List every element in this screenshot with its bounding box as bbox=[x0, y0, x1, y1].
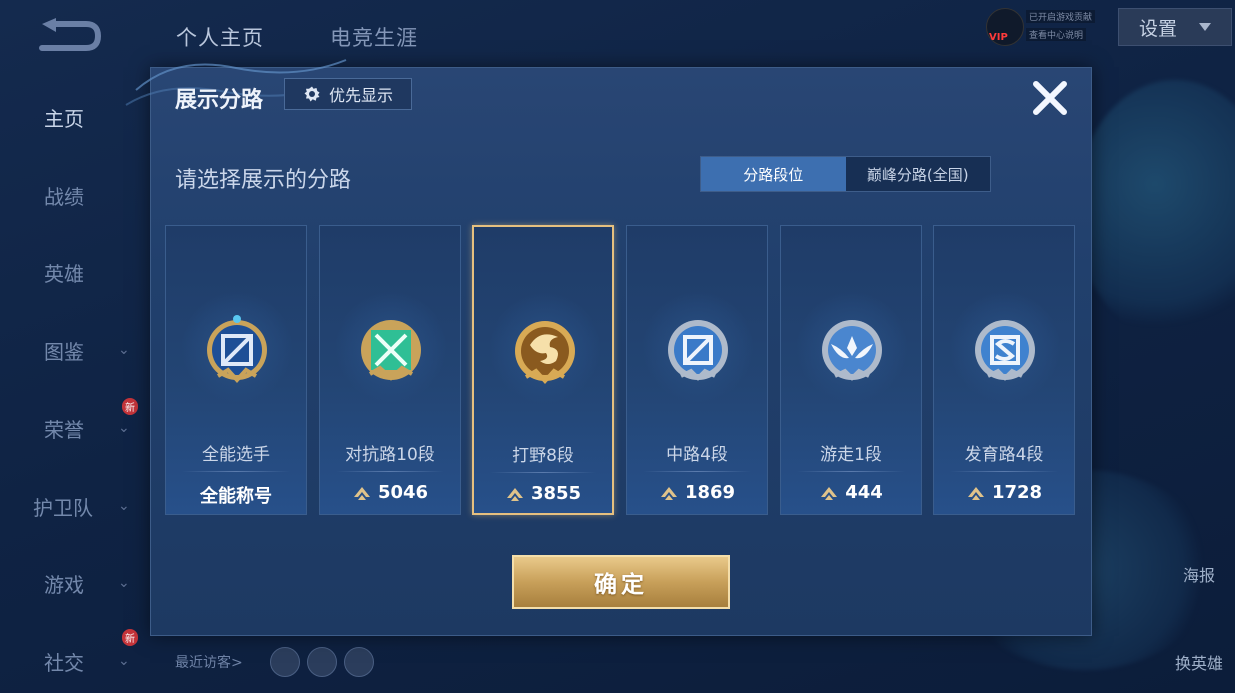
settings-button[interactable]: 设置 bbox=[1118, 8, 1232, 46]
score-icon bbox=[506, 487, 523, 501]
lane-card-jungle[interactable]: 打野8段 3855 bbox=[472, 225, 614, 515]
lane-mode-tabs: 分路段位 巅峰分路(全国) bbox=[700, 156, 991, 192]
lane-name: 游走1段 bbox=[820, 445, 882, 465]
change-hero-button[interactable]: 换英雄 bbox=[1169, 650, 1229, 674]
sidebar-item-label: 游戏 bbox=[44, 572, 84, 597]
lane-value: 1728 bbox=[991, 482, 1043, 503]
game-contribution-text: 已开启游戏贡献 bbox=[1026, 10, 1096, 23]
divider bbox=[336, 471, 444, 472]
lane-value: 444 bbox=[845, 482, 883, 503]
lane-name: 发育路4段 bbox=[964, 445, 1044, 465]
poster-button[interactable]: 海报 bbox=[1169, 562, 1229, 586]
background-scenery bbox=[1075, 80, 1235, 340]
lane-value: 全能称号 bbox=[200, 486, 272, 507]
vip-avatar[interactable]: VIP bbox=[986, 8, 1024, 46]
confirm-button[interactable]: 确定 bbox=[512, 555, 730, 609]
lane-value-row: 5046 bbox=[320, 482, 460, 503]
sidebar-item-codex[interactable]: 图鉴 ⌄ bbox=[0, 330, 150, 370]
lane-card-all-round[interactable]: 全能选手 全能称号 bbox=[165, 225, 307, 515]
tab-profile-home[interactable]: 个人主页 bbox=[176, 22, 264, 52]
lane-display-dialog: 展示分路 优先显示 请选择展示的分路 分路段位 巅峰分路(全国) 全能选手 全能… bbox=[125, 59, 1092, 636]
visitor-avatar[interactable] bbox=[270, 647, 300, 677]
lane-card-mid[interactable]: 中路4段 1869 bbox=[626, 225, 768, 515]
score-icon bbox=[660, 486, 677, 500]
divider bbox=[182, 471, 290, 472]
change-hero-label: 换英雄 bbox=[1174, 654, 1223, 673]
visitor-avatar[interactable] bbox=[344, 647, 374, 677]
chevron-down-icon: ⌄ bbox=[118, 420, 130, 436]
score-icon bbox=[353, 486, 370, 500]
lane-card-roam[interactable]: 游走1段 444 bbox=[780, 225, 922, 515]
sidebar-item-social[interactable]: 社交 新 ⌄ bbox=[0, 629, 150, 681]
sidebar-item-label: 护卫队 bbox=[33, 495, 93, 520]
visitor-avatar[interactable] bbox=[307, 647, 337, 677]
sidebar-item-record[interactable]: 战绩 bbox=[0, 175, 150, 215]
clash-lane-emblem-icon bbox=[361, 320, 421, 381]
sidebar-item-games[interactable]: 游戏 ⌄ bbox=[0, 563, 150, 603]
all-round-emblem-icon bbox=[207, 315, 267, 383]
sidebar-item-label: 荣誉 bbox=[44, 417, 84, 442]
priority-display-button[interactable]: 优先显示 bbox=[284, 78, 412, 110]
lane-card-clash[interactable]: 对抗路10段 5046 bbox=[319, 225, 461, 515]
lane-card-farm[interactable]: 发育路4段 1728 bbox=[933, 225, 1075, 515]
lane-value-row: 1869 bbox=[627, 482, 767, 503]
lane-value-row: 全能称号 bbox=[166, 482, 306, 508]
sidebar-item-label: 战绩 bbox=[44, 184, 84, 209]
roam-wings-emblem-icon bbox=[822, 320, 882, 381]
new-badge: 新 bbox=[122, 629, 138, 646]
lane-value-row: 1728 bbox=[934, 482, 1074, 503]
lane-name: 打野8段 bbox=[512, 446, 574, 466]
score-icon bbox=[967, 486, 984, 500]
gear-icon bbox=[304, 86, 320, 102]
sidebar-item-honor[interactable]: 荣誉 新 ⌄ bbox=[0, 398, 150, 448]
tab-esports-career[interactable]: 电竞生涯 bbox=[330, 22, 418, 52]
score-icon bbox=[821, 486, 838, 500]
center-info-text: 查看中心说明 bbox=[1026, 28, 1087, 41]
sidebar-item-heroes[interactable]: 英雄 bbox=[0, 252, 150, 292]
mid-lane-emblem-icon bbox=[668, 320, 728, 381]
chevron-down-icon: ⌄ bbox=[118, 575, 130, 591]
settings-label: 设置 bbox=[1138, 17, 1177, 40]
jungle-dragon-emblem-icon bbox=[515, 321, 575, 384]
divider bbox=[643, 471, 751, 472]
lane-value: 3855 bbox=[530, 483, 582, 504]
tab-peak-lane-national[interactable]: 巅峰分路(全国) bbox=[846, 157, 991, 191]
dialog-title: 展示分路 bbox=[175, 88, 264, 113]
new-badge: 新 bbox=[122, 398, 138, 415]
tab-lane-rank[interactable]: 分路段位 bbox=[701, 157, 846, 191]
chevron-down-icon bbox=[1199, 23, 1211, 31]
sidebar-item-label: 社交 bbox=[44, 650, 84, 675]
lane-name: 中路4段 bbox=[666, 445, 728, 465]
lane-value-row: 3855 bbox=[474, 483, 612, 504]
priority-display-label: 优先显示 bbox=[328, 86, 393, 105]
back-arrow-icon[interactable] bbox=[36, 18, 102, 54]
chevron-down-icon: ⌄ bbox=[118, 498, 130, 514]
sidebar-item-label: 主页 bbox=[44, 106, 84, 131]
divider bbox=[797, 471, 905, 472]
poster-label: 海报 bbox=[1182, 566, 1215, 585]
lane-name: 对抗路10段 bbox=[345, 445, 435, 465]
recent-visitors-link[interactable]: 最近访客> bbox=[175, 652, 243, 672]
divider bbox=[490, 472, 596, 473]
sidebar-item-home[interactable]: 主页 bbox=[0, 97, 150, 137]
lane-value-row: 444 bbox=[781, 482, 921, 503]
lane-value: 5046 bbox=[377, 482, 429, 503]
chevron-down-icon: ⌄ bbox=[118, 653, 130, 669]
farm-lane-emblem-icon bbox=[975, 320, 1035, 381]
close-icon[interactable] bbox=[1030, 78, 1070, 118]
sidebar-item-guard-team[interactable]: 护卫队 ⌄ bbox=[0, 486, 150, 526]
lane-name: 全能选手 bbox=[202, 445, 270, 465]
vip-label: VIP bbox=[989, 32, 1008, 43]
divider bbox=[950, 471, 1058, 472]
dialog-subtitle: 请选择展示的分路 bbox=[175, 168, 352, 193]
chevron-down-icon: ⌄ bbox=[118, 342, 130, 358]
sidebar-item-label: 英雄 bbox=[44, 261, 84, 286]
sidebar-item-label: 图鉴 bbox=[44, 339, 84, 364]
lane-value: 1869 bbox=[684, 482, 736, 503]
